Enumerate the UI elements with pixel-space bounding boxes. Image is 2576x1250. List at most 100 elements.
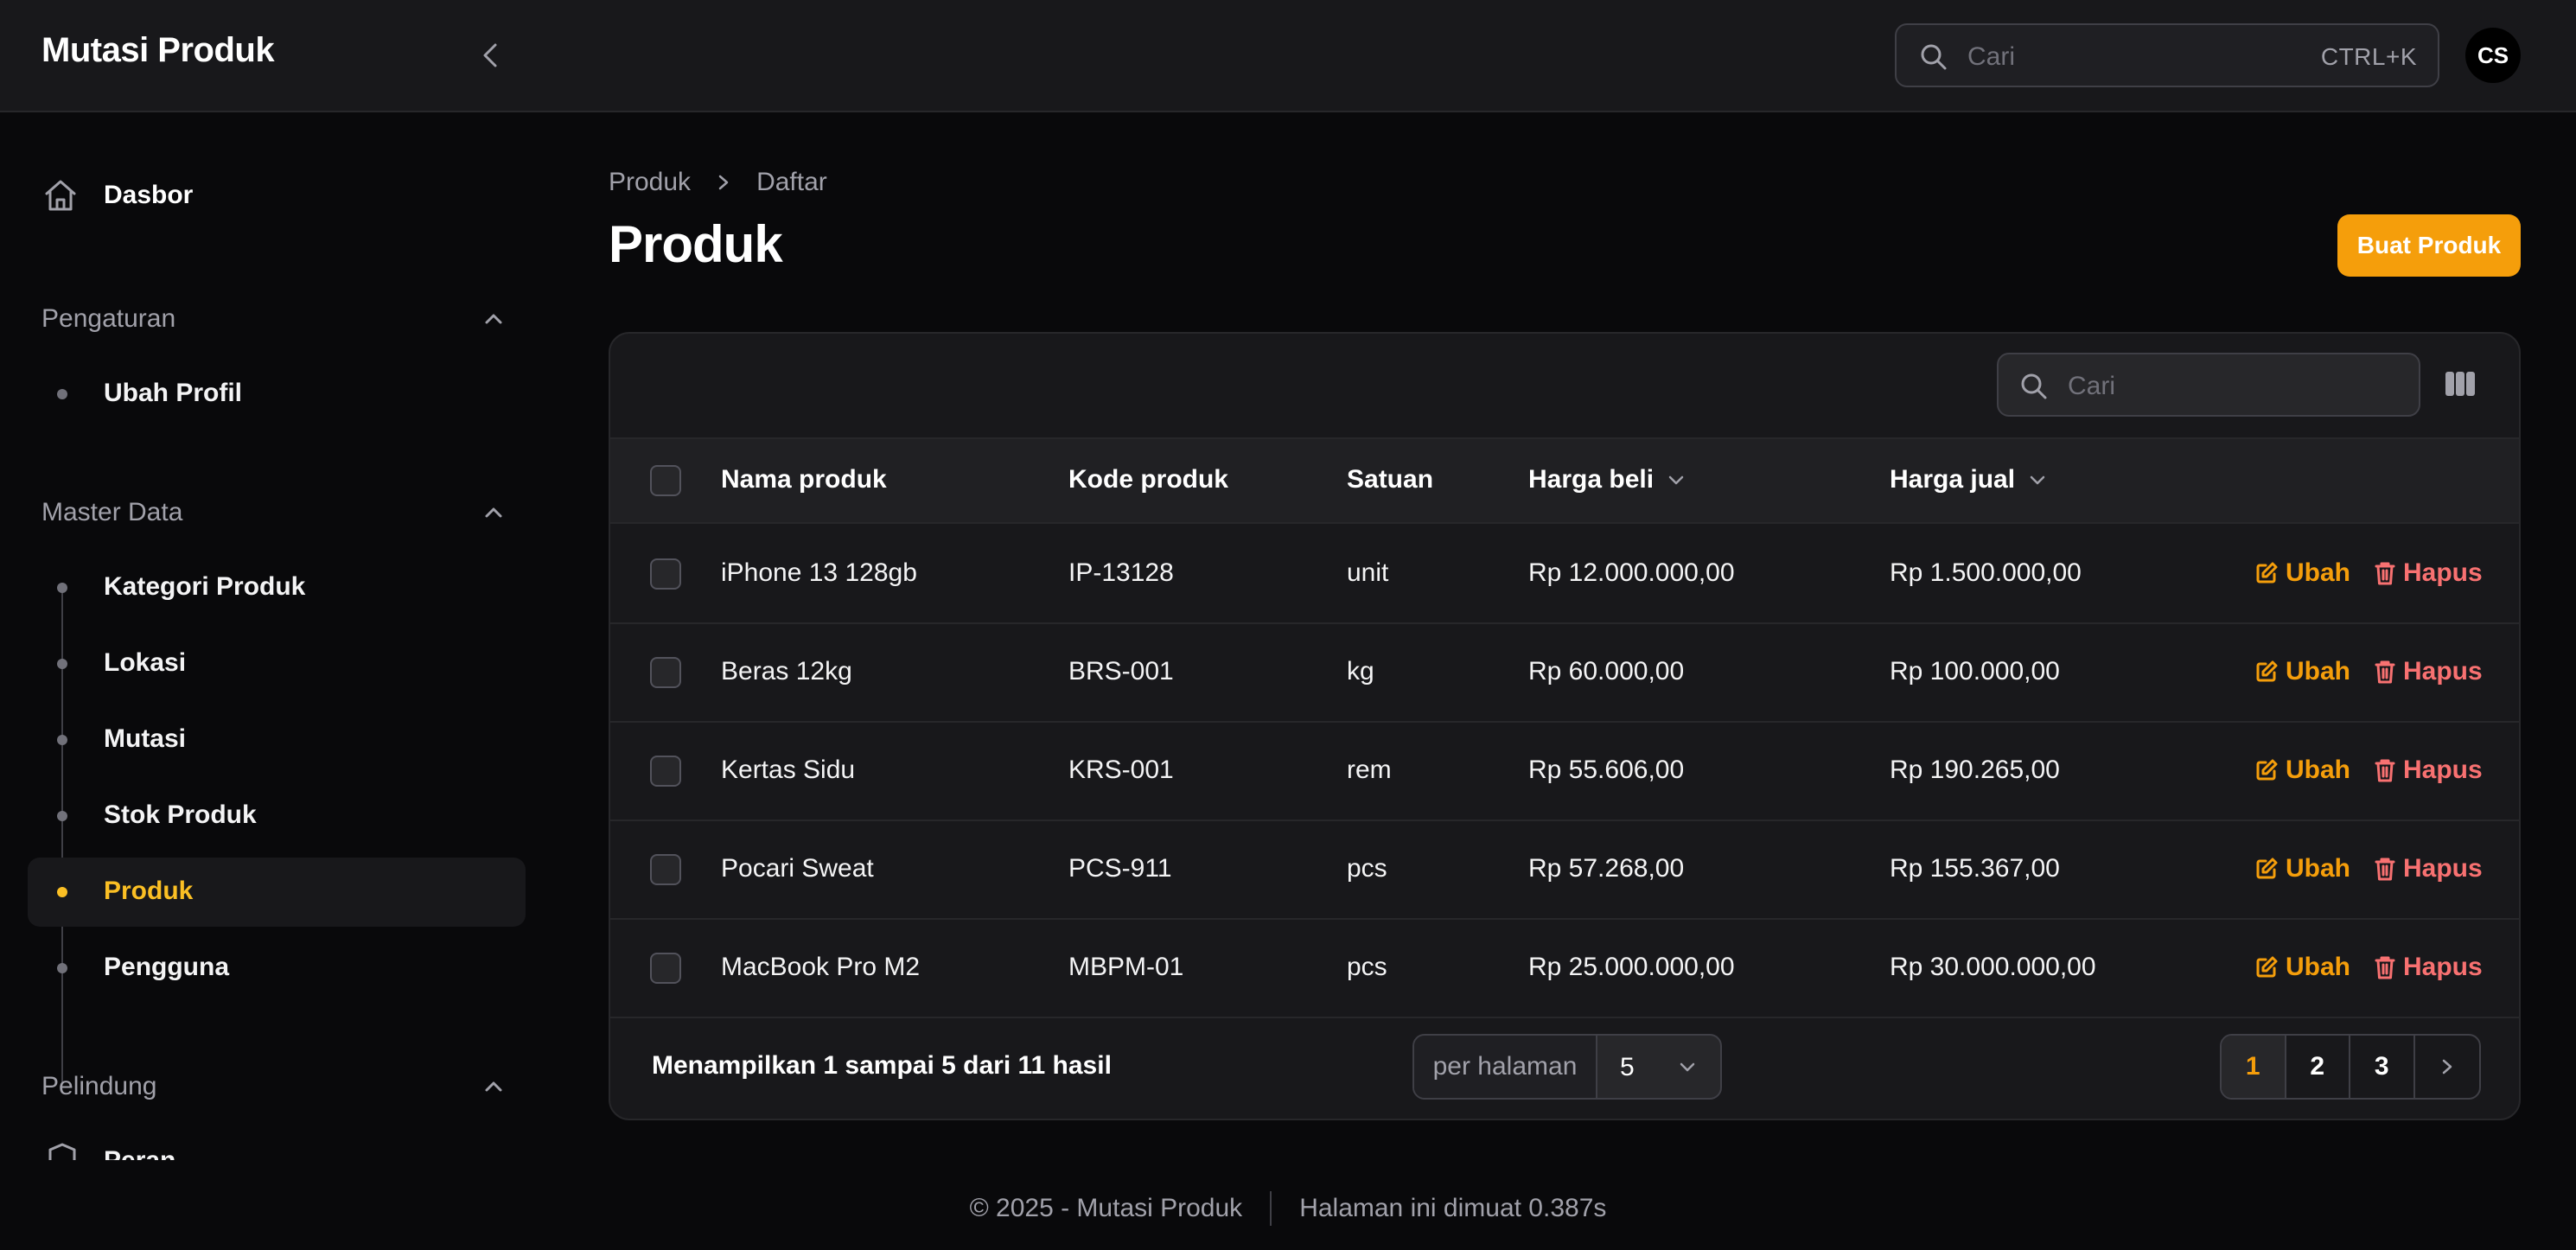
sidebar-item-stok-produk[interactable]: Stok Produk bbox=[104, 800, 257, 830]
chevron-left-icon bbox=[483, 43, 497, 67]
sidebar-item-ubah-profil[interactable]: Ubah Profil bbox=[104, 379, 242, 408]
column-header-sell-price[interactable]: Harga jual bbox=[1890, 465, 2048, 494]
chevron-up-icon[interactable] bbox=[481, 306, 507, 332]
row-checkbox[interactable] bbox=[650, 558, 681, 590]
row-checkbox[interactable] bbox=[650, 756, 681, 787]
breadcrumb-item-daftar: Daftar bbox=[756, 168, 827, 196]
footer-divider bbox=[1270, 1191, 1272, 1226]
column-header-name: Nama produk bbox=[721, 465, 887, 494]
cell-product-name: MacBook Pro M2 bbox=[721, 953, 921, 981]
cell-unit: unit bbox=[1347, 558, 1389, 587]
next-page-button[interactable] bbox=[2415, 1036, 2479, 1098]
bullet-dot-active bbox=[57, 887, 67, 897]
edit-button[interactable]: Ubah bbox=[2254, 657, 2350, 686]
edit-icon bbox=[2256, 759, 2278, 781]
cell-sell-price: Rp 190.265,00 bbox=[1890, 756, 2060, 784]
table-row: iPhone 13 128gb IP-13128 unit Rp 12.000.000… bbox=[610, 526, 2519, 624]
edit-icon bbox=[2256, 956, 2278, 978]
column-label: Satuan bbox=[1347, 465, 1434, 494]
cell-sell-price: Rp 100.000,00 bbox=[1890, 657, 2060, 686]
cell-buy-price: Rp 57.268,00 bbox=[1528, 854, 1685, 883]
row-checkbox[interactable] bbox=[650, 657, 681, 688]
sidebar-item-kategori-produk[interactable]: Kategori Produk bbox=[104, 572, 305, 602]
page-footer: © 2025 - Mutasi Produk Halaman ini dimua… bbox=[0, 1191, 2576, 1226]
table-row: MacBook Pro M2 MBPM-01 pcs Rp 25.000.000,00… bbox=[610, 920, 2519, 1018]
sidebar-item-dashboard[interactable]: Dasbor bbox=[41, 176, 193, 214]
sidebar-item-lokasi[interactable]: Lokasi bbox=[104, 648, 186, 678]
page-button-1[interactable]: 1 bbox=[2222, 1036, 2286, 1098]
table-search-input[interactable]: Cari bbox=[1997, 353, 2420, 417]
breadcrumb-item-produk[interactable]: Produk bbox=[609, 168, 691, 197]
global-search-input[interactable]: Cari CTRL+K bbox=[1895, 23, 2439, 87]
bullet-dot bbox=[57, 389, 67, 399]
sidebar-item-pengguna[interactable]: Pengguna bbox=[104, 953, 229, 982]
delete-button[interactable]: Hapus bbox=[2374, 953, 2483, 982]
copyright-text: © 2025 - Mutasi Produk bbox=[969, 1194, 1243, 1222]
sidebar-group-pelindung[interactable]: Pelindung bbox=[41, 1072, 156, 1101]
cell-buy-price: Rp 12.000.000,00 bbox=[1528, 558, 1735, 587]
avatar[interactable]: CS bbox=[2465, 28, 2521, 83]
edit-icon bbox=[2256, 562, 2278, 584]
per-page-select[interactable]: per halaman 5 bbox=[1412, 1034, 1722, 1100]
edit-label: Ubah bbox=[2286, 756, 2350, 784]
column-header-buy-price[interactable]: Harga beli bbox=[1528, 465, 1687, 494]
delete-label: Hapus bbox=[2403, 854, 2483, 883]
search-shortcut: CTRL+K bbox=[2320, 43, 2417, 70]
edit-button[interactable]: Ubah bbox=[2254, 558, 2350, 588]
delete-button[interactable]: Hapus bbox=[2374, 657, 2483, 686]
column-label: Kode produk bbox=[1068, 465, 1228, 494]
cell-product-code: BRS-001 bbox=[1068, 657, 1174, 686]
table-header: Nama produk Kode produk Satuan Harga bel… bbox=[610, 437, 2519, 524]
chevron-up-icon[interactable] bbox=[481, 1074, 507, 1100]
cell-unit: pcs bbox=[1347, 854, 1387, 883]
edit-icon bbox=[2256, 858, 2278, 879]
column-label: Harga jual bbox=[1890, 465, 2016, 494]
cell-product-code: KRS-001 bbox=[1068, 756, 1174, 784]
sidebar-group-master-data[interactable]: Master Data bbox=[41, 498, 182, 527]
page-title: Produk bbox=[609, 215, 783, 273]
delete-button[interactable]: Hapus bbox=[2374, 558, 2483, 588]
edit-button[interactable]: Ubah bbox=[2254, 854, 2350, 883]
trash-icon bbox=[2375, 562, 2395, 585]
delete-button[interactable]: Hapus bbox=[2374, 854, 2483, 883]
bullet-dot bbox=[57, 583, 67, 593]
cell-product-code: PCS-911 bbox=[1068, 854, 1172, 883]
cell-sell-price: Rp 1.500.000,00 bbox=[1890, 558, 2082, 587]
sidebar: Dasbor Pengaturan Ubah Profil Master Dat… bbox=[0, 114, 553, 1160]
search-icon bbox=[1919, 42, 1948, 76]
cell-product-name: Kertas Sidu bbox=[721, 756, 856, 784]
sidebar-item-produk[interactable]: Produk bbox=[104, 877, 193, 906]
cell-product-code: IP-13128 bbox=[1068, 558, 1174, 587]
cell-product-name: Pocari Sweat bbox=[721, 854, 874, 883]
row-checkbox[interactable] bbox=[650, 854, 681, 885]
page-button-3[interactable]: 3 bbox=[2350, 1036, 2415, 1098]
table-row: Beras 12kg BRS-001 kg Rp 60.000,00 Rp 100.00… bbox=[610, 624, 2519, 723]
create-product-button[interactable]: Buat Produk bbox=[2337, 214, 2521, 277]
home-icon bbox=[45, 180, 76, 211]
page-button-2[interactable]: 2 bbox=[2286, 1036, 2350, 1098]
edit-label: Ubah bbox=[2286, 854, 2350, 883]
select-all-checkbox[interactable] bbox=[650, 465, 681, 496]
sidebar-item-mutasi[interactable]: Mutasi bbox=[104, 724, 186, 754]
edit-button[interactable]: Ubah bbox=[2254, 953, 2350, 982]
search-placeholder: Cari bbox=[1967, 42, 2016, 71]
row-checkbox[interactable] bbox=[650, 953, 681, 984]
sidebar-group-pengaturan[interactable]: Pengaturan bbox=[41, 304, 175, 334]
chevron-right-icon bbox=[718, 175, 729, 190]
cell-buy-price: Rp 60.000,00 bbox=[1528, 657, 1685, 686]
column-header-unit: Satuan bbox=[1347, 465, 1433, 494]
delete-button[interactable]: Hapus bbox=[2374, 756, 2483, 785]
chevron-up-icon[interactable] bbox=[481, 500, 507, 526]
shield-icon bbox=[48, 1143, 76, 1160]
trash-icon bbox=[2375, 858, 2395, 881]
bullet-dot bbox=[57, 659, 67, 669]
edit-button[interactable]: Ubah bbox=[2254, 756, 2350, 785]
columns-icon[interactable] bbox=[2445, 370, 2476, 398]
collapse-sidebar-button[interactable] bbox=[474, 38, 508, 73]
active-item-highlight bbox=[28, 858, 526, 927]
sidebar-item-peran[interactable]: Peran bbox=[104, 1146, 175, 1160]
results-summary: Menampilkan 1 sampai 5 dari 11 hasil bbox=[652, 1051, 1112, 1080]
app-title[interactable]: Mutasi Produk bbox=[41, 31, 275, 70]
edit-icon bbox=[2256, 660, 2278, 682]
sidebar-item-label: Dasbor bbox=[104, 181, 194, 209]
